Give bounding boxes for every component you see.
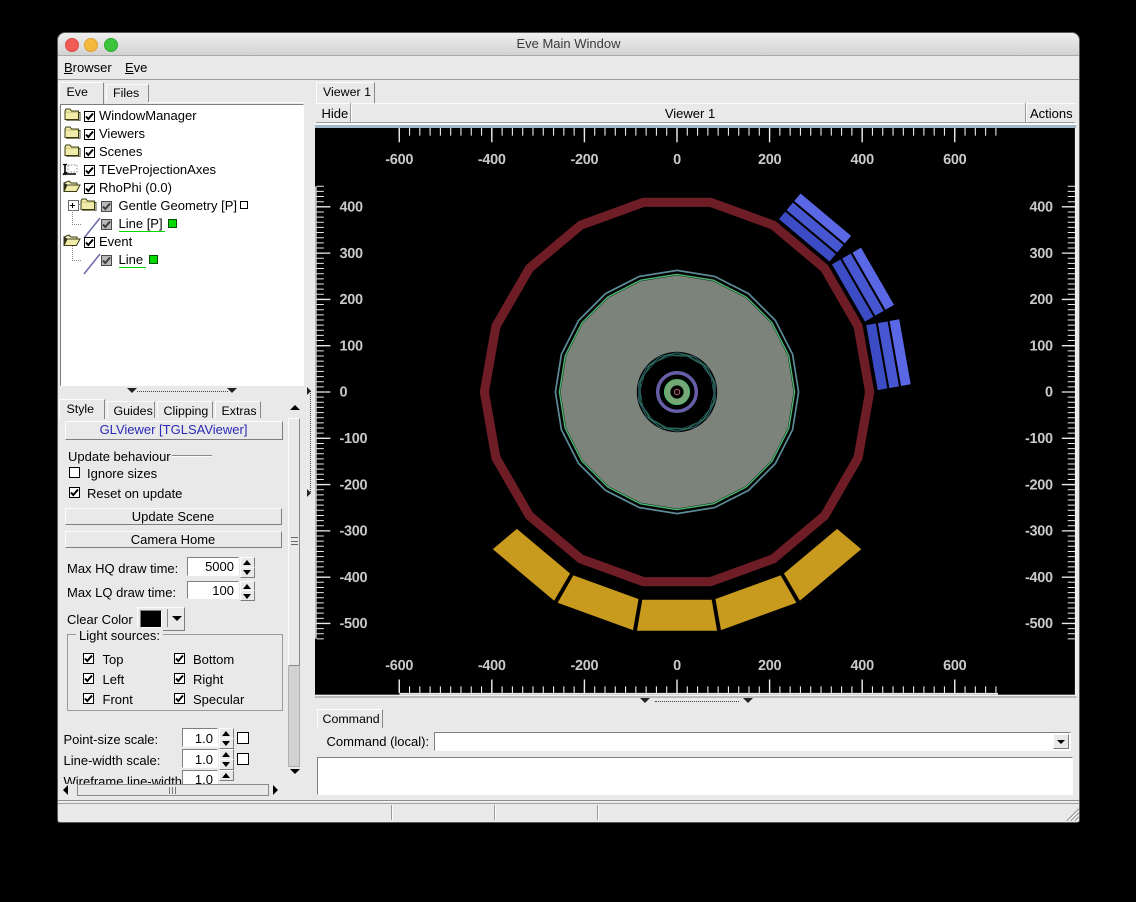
svg-text:600: 600	[943, 152, 967, 168]
svg-text:-300: -300	[340, 524, 368, 540]
svg-text:0: 0	[1045, 385, 1053, 401]
svg-text:0: 0	[673, 152, 681, 168]
svg-text:-500: -500	[340, 616, 368, 632]
svg-text:-600: -600	[385, 152, 413, 168]
svg-text:0: 0	[673, 658, 681, 674]
svg-text:-200: -200	[1025, 477, 1053, 493]
svg-text:0: 0	[340, 385, 348, 401]
svg-text:600: 600	[943, 658, 967, 674]
svg-text:200: 200	[758, 152, 782, 168]
svg-text:-400: -400	[1025, 570, 1053, 586]
svg-text:-200: -200	[570, 658, 598, 674]
svg-text:-400: -400	[340, 570, 368, 586]
svg-text:200: 200	[1030, 292, 1054, 308]
svg-text:300: 300	[340, 246, 364, 262]
svg-text:-400: -400	[478, 152, 506, 168]
svg-text:-500: -500	[1025, 616, 1053, 632]
svg-text:400: 400	[1030, 200, 1054, 216]
svg-text:100: 100	[340, 338, 364, 354]
svg-text:400: 400	[340, 200, 364, 216]
svg-text:-100: -100	[1025, 431, 1053, 447]
svg-text:200: 200	[340, 292, 364, 308]
svg-text:-400: -400	[478, 658, 506, 674]
svg-text:400: 400	[851, 152, 875, 168]
svg-text:-200: -200	[340, 477, 368, 493]
svg-text:-300: -300	[1025, 524, 1053, 540]
svg-text:-600: -600	[385, 658, 413, 674]
svg-text:100: 100	[1030, 338, 1054, 354]
svg-text:-100: -100	[340, 431, 368, 447]
svg-text:200: 200	[758, 658, 782, 674]
svg-text:300: 300	[1030, 246, 1054, 262]
svg-text:400: 400	[851, 658, 875, 674]
svg-text:-200: -200	[570, 152, 598, 168]
